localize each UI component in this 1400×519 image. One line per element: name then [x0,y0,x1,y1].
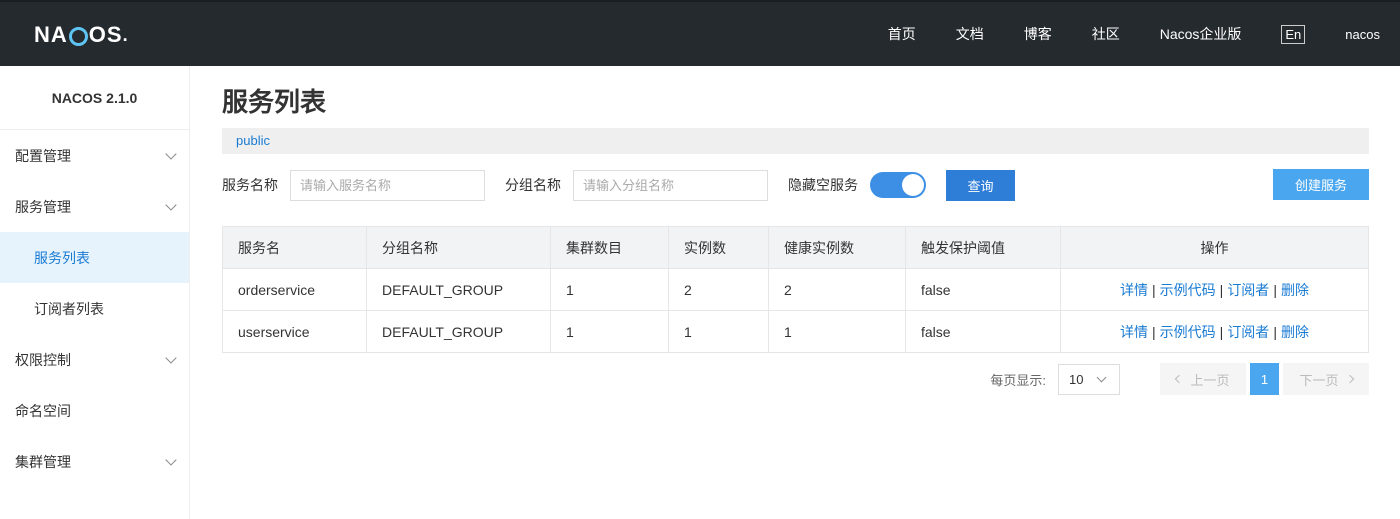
user-name[interactable]: nacos [1345,27,1380,42]
col-healthy-count: 健康实例数 [768,226,906,269]
table-row: orderservice DEFAULT_GROUP 1 2 2 false 详… [222,268,1369,311]
chevron-left-icon [1175,374,1184,384]
sidebar-item-service[interactable]: 服务管理 [0,181,189,232]
cell-group-name: DEFAULT_GROUP [366,310,551,353]
create-service-button[interactable]: 创建服务 [1273,169,1369,200]
subscriber-link[interactable]: 订阅者 [1227,282,1269,298]
sample-code-link[interactable]: 示例代码 [1160,282,1216,298]
detail-link[interactable]: 详情 [1120,324,1148,340]
cell-healthy-count: 1 [768,310,906,353]
nav-home[interactable]: 首页 [888,24,916,44]
col-service-name: 服务名 [222,226,367,269]
namespace-bar: public [222,128,1369,154]
query-button[interactable]: 查询 [946,169,1015,201]
cell-operations: 详情 | 示例代码 | 订阅者 | 删除 [1060,268,1369,311]
chevron-right-icon [1345,374,1354,384]
chevron-down-icon [165,147,177,160]
top-bar: NA OS. 首页 文档 博客 社区 Nacos企业版 En nacos [0,0,1400,66]
chevron-down-icon [165,351,177,364]
delete-link[interactable]: 删除 [1281,282,1309,298]
language-switch[interactable]: En [1281,24,1306,44]
nav-enterprise[interactable]: Nacos企业版 [1160,24,1242,44]
nacos-logo[interactable]: NA OS. [34,22,129,48]
cell-cluster-count: 1 [550,310,669,353]
page-size-select[interactable]: 10 [1058,363,1120,395]
cell-cluster-count: 1 [550,268,669,311]
sidebar-item-service-list[interactable]: 服务列表 [0,232,189,283]
delete-link[interactable]: 删除 [1281,324,1309,340]
subscriber-link[interactable]: 订阅者 [1227,324,1269,340]
group-name-input[interactable] [573,169,768,201]
pagination: 每页显示: 10 上一页 1 下一页 [222,363,1369,395]
table-row: userservice DEFAULT_GROUP 1 1 1 false 详情… [222,310,1369,353]
cell-service-name: orderservice [222,268,367,311]
col-operations: 操作 [1060,226,1369,269]
sidebar-item-config[interactable]: 配置管理 [0,130,189,181]
sidebar-item-auth[interactable]: 权限控制 [0,334,189,385]
chevron-down-icon [165,198,177,211]
col-group-name: 分组名称 [366,226,551,269]
page-number-current[interactable]: 1 [1250,363,1279,395]
sidebar-item-namespace[interactable]: 命名空间 [0,385,189,436]
cell-healthy-count: 2 [768,268,906,311]
cell-group-name: DEFAULT_GROUP [366,268,551,311]
sample-code-link[interactable]: 示例代码 [1160,324,1216,340]
hide-empty-label: 隐藏空服务 [788,177,858,193]
filter-bar: 服务名称 分组名称 隐藏空服务 查询 创建服务 [222,169,1369,201]
table-header-row: 服务名 分组名称 集群数目 实例数 健康实例数 触发保护阈值 操作 [222,226,1369,269]
sidebar-item-subscriber-list[interactable]: 订阅者列表 [0,283,189,334]
service-table: 服务名 分组名称 集群数目 实例数 健康实例数 触发保护阈值 操作 orders… [222,226,1369,353]
main-content: 服务列表 public 服务名称 分组名称 隐藏空服务 查询 创建服务 服务名 … [222,66,1369,395]
detail-link[interactable]: 详情 [1120,282,1148,298]
col-cluster-count: 集群数目 [550,226,669,269]
sidebar: NACOS 2.1.0 配置管理 服务管理 服务列表 订阅者列表 权限控制 命名… [0,66,190,519]
chevron-down-icon [165,453,177,466]
toggle-knob [902,174,924,196]
logo-ring-icon [68,26,88,46]
namespace-public[interactable]: public [236,133,270,148]
nav-community[interactable]: 社区 [1092,24,1120,44]
prev-page-button[interactable]: 上一页 [1160,363,1246,395]
cell-service-name: userservice [222,310,367,353]
top-nav: 首页 文档 博客 社区 Nacos企业版 En nacos [888,2,1400,66]
service-name-input[interactable] [290,169,485,201]
cell-protect-threshold: false [905,268,1061,311]
service-name-label: 服务名称 [222,177,278,193]
cell-instance-count: 2 [668,268,769,311]
col-protect-threshold: 触发保护阈值 [905,226,1061,269]
version-label: NACOS 2.1.0 [0,66,189,130]
cell-operations: 详情 | 示例代码 | 订阅者 | 删除 [1060,310,1369,353]
nav-blog[interactable]: 博客 [1024,24,1052,44]
next-page-button[interactable]: 下一页 [1283,363,1369,395]
nav-docs[interactable]: 文档 [956,24,984,44]
sidebar-item-cluster[interactable]: 集群管理 [0,436,189,487]
per-page-label: 每页显示: [990,372,1046,388]
hide-empty-toggle[interactable] [870,172,926,198]
cell-protect-threshold: false [905,310,1061,353]
cell-instance-count: 1 [668,310,769,353]
col-instance-count: 实例数 [668,226,769,269]
chevron-down-icon [1096,372,1107,382]
group-name-label: 分组名称 [505,177,561,193]
page-title: 服务列表 [222,87,327,117]
